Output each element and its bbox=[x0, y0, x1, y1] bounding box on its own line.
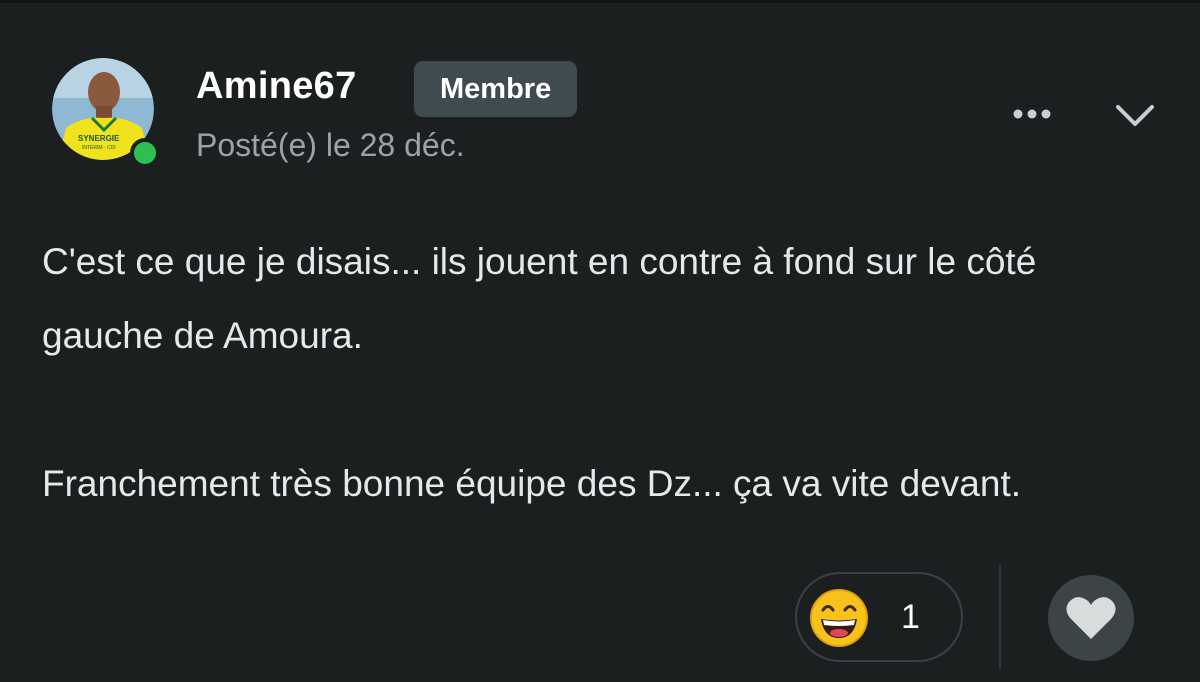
author-avatar[interactable]: SYNERGIE INTERIM · CDI bbox=[52, 58, 160, 168]
heart-icon bbox=[1066, 597, 1116, 639]
author-name[interactable]: Amine67 bbox=[196, 65, 357, 108]
role-badge: Membre bbox=[414, 61, 578, 117]
online-status-indicator bbox=[130, 138, 160, 168]
jersey-sponsor-text: SYNERGIE bbox=[78, 134, 120, 143]
grinning-face-icon bbox=[810, 589, 868, 647]
reaction-summary-button[interactable]: 1 bbox=[795, 572, 963, 662]
chevron-down-icon bbox=[1116, 105, 1154, 126]
jersey-sponsor-subtext: INTERIM · CDI bbox=[82, 145, 116, 151]
react-button[interactable] bbox=[1048, 575, 1134, 661]
more-horizontal-icon bbox=[1013, 109, 1051, 119]
collapse-post-button[interactable] bbox=[1112, 97, 1158, 133]
reaction-count: 1 bbox=[901, 598, 920, 636]
more-options-button[interactable] bbox=[1010, 99, 1054, 129]
forum-post: SYNERGIE INTERIM · CDI Amine67 Membre Po… bbox=[0, 0, 1200, 682]
post-paragraph: C'est ce que je disais... ils jouent en … bbox=[42, 241, 1037, 356]
post-date[interactable]: Posté(e) le 28 déc. bbox=[196, 127, 465, 164]
reactions-divider bbox=[999, 565, 1001, 669]
post-content: C'est ce que je disais... ils jouent en … bbox=[42, 225, 1162, 521]
post-paragraph: Franchement très bonne équipe des Dz... … bbox=[42, 463, 1022, 504]
